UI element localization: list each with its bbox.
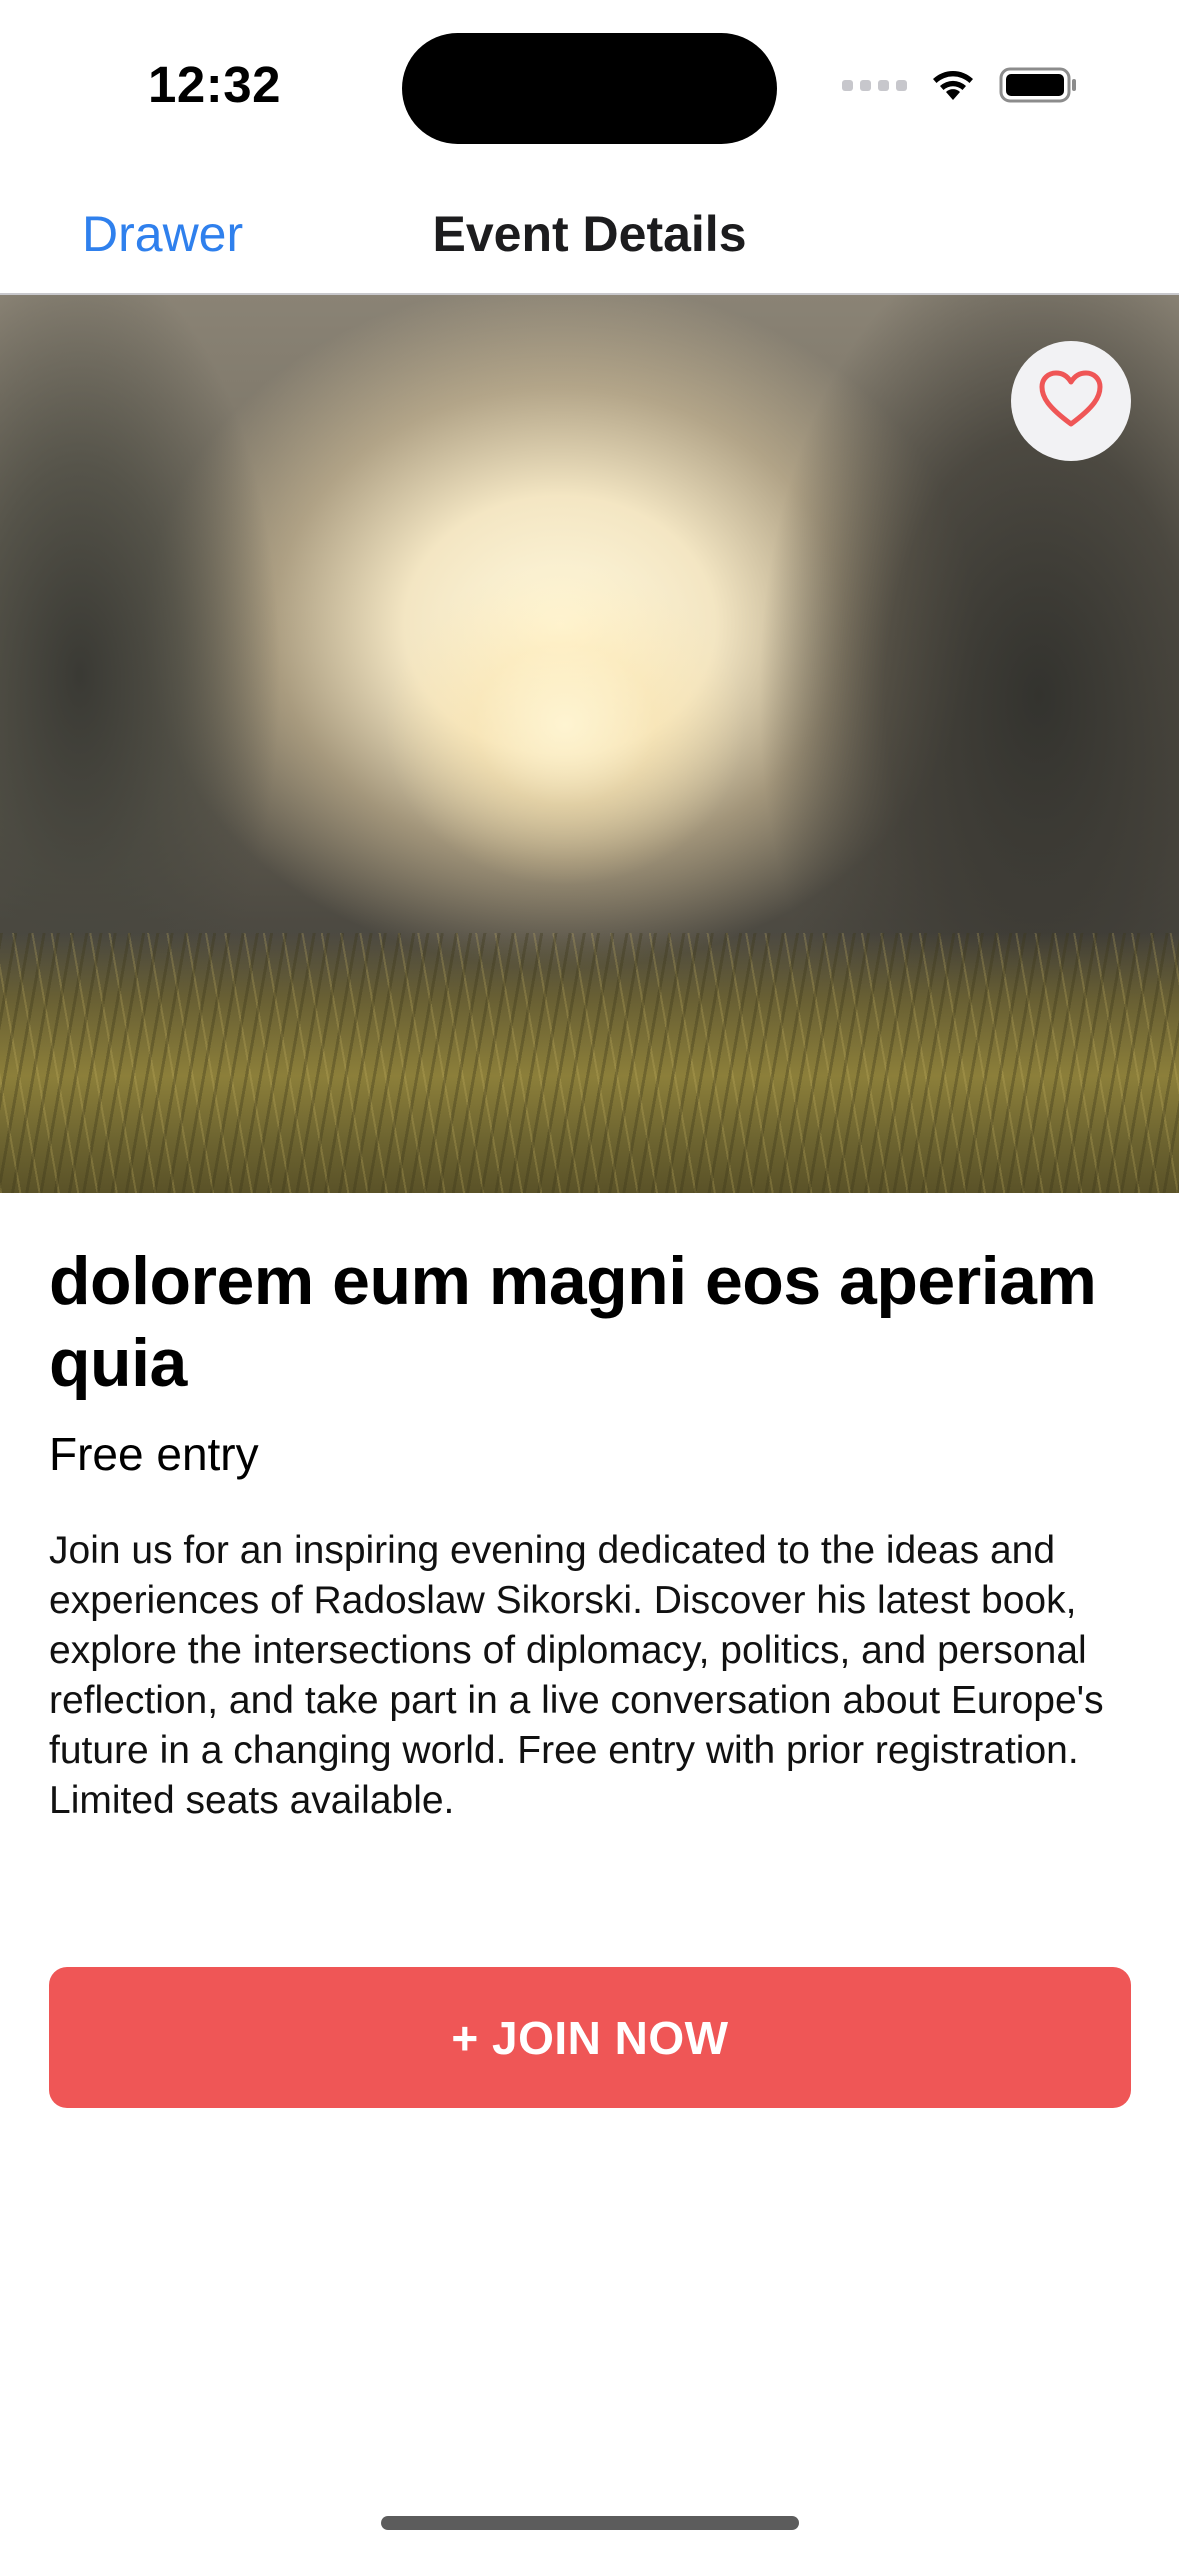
status-icons <box>842 60 1079 110</box>
wifi-icon <box>929 67 977 103</box>
status-time: 12:32 <box>148 56 281 113</box>
home-indicator[interactable] <box>381 2516 799 2530</box>
heart-icon <box>1038 369 1104 434</box>
event-title: dolorem eum magni eos aperiam quia <box>49 1243 1097 1401</box>
battery-icon <box>999 65 1079 105</box>
signal-icon <box>842 79 907 91</box>
join-now-button[interactable]: + JOIN NOW <box>49 1967 1131 2108</box>
favorite-button[interactable] <box>1011 341 1131 461</box>
event-price: Free entry <box>49 1428 259 1480</box>
event-description: Join us for an inspiring evening dedicat… <box>49 1529 1104 1822</box>
navigation-bar: Drawer Event Details <box>0 175 1179 295</box>
event-details: dolorem eum magni eos aperiam quia Free … <box>49 1240 1131 1826</box>
event-image <box>0 295 1179 1193</box>
status-bar: 12:32 <box>0 0 1179 175</box>
dynamic-island <box>402 33 777 144</box>
page-title: Event Details <box>432 206 747 262</box>
